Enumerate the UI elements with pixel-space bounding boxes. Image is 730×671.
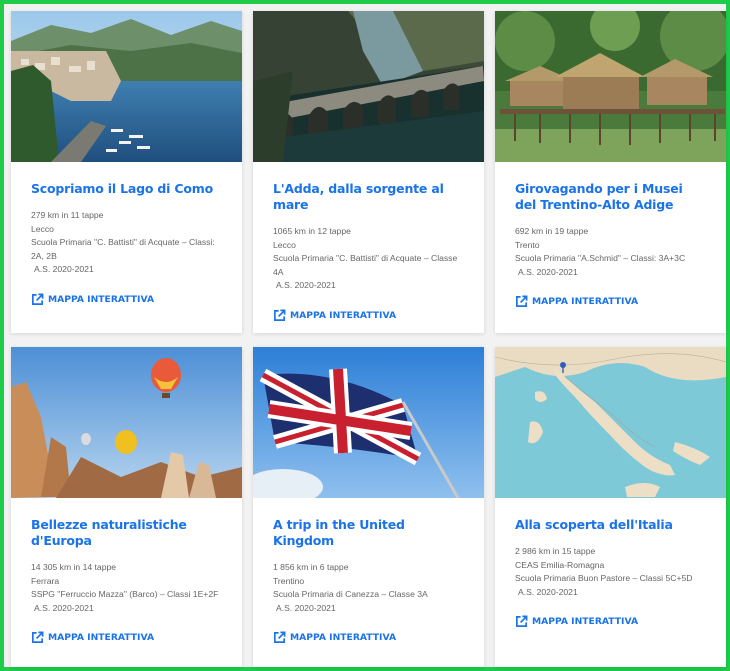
project-card[interactable]: A trip in the United Kingdom 1 856 km in… xyxy=(253,347,484,667)
card-school: Scuola Primaria "C. Battisti" di Acquate… xyxy=(273,253,458,277)
external-link-icon xyxy=(274,309,286,321)
card-place: Trento xyxy=(515,239,540,250)
card-place: Trentino xyxy=(273,575,305,586)
external-link-icon xyxy=(516,615,528,628)
card-title[interactable]: Scopriamo il Lago di Como xyxy=(31,181,222,197)
card-place: Ferrara xyxy=(31,575,60,586)
card-school-year: A.S. 2020-2021 xyxy=(276,280,336,291)
card-school-year: A.S. 2020-2021 xyxy=(34,264,94,275)
card-image-adda-river[interactable] xyxy=(253,11,484,162)
card-image-italy-map[interactable] xyxy=(495,347,726,498)
card-distance: 2 986 km in 15 tappe xyxy=(515,546,596,556)
card-school-year: A.S. 2020-2021 xyxy=(276,602,336,613)
interactive-map-label: MAPPA INTERATTIVA xyxy=(532,296,639,308)
card-school: Scuola Primaria Buon Pastore – Classi 5C… xyxy=(515,573,693,584)
interactive-map-link[interactable]: MAPPA INTERATTIVA xyxy=(515,295,706,308)
card-school: Scuola Primaria di Canezza – Classe 3A xyxy=(273,589,428,600)
interactive-map-label: MAPPA INTERATTIVA xyxy=(290,632,397,644)
interactive-map-link[interactable]: MAPPA INTERATTIVA xyxy=(31,293,222,306)
interactive-map-link[interactable]: MAPPA INTERATTIVA xyxy=(31,631,222,644)
project-card[interactable]: L'Adda, dalla sorgente al mare 1065 km i… xyxy=(253,11,484,333)
external-link-icon xyxy=(32,631,44,644)
card-school: Scuola Primaria "A.Schmid" – Classi: 3A+… xyxy=(515,253,686,264)
external-link-icon xyxy=(32,293,44,305)
external-link-icon xyxy=(274,631,286,644)
interactive-map-link[interactable]: MAPPA INTERATTIVA xyxy=(273,309,464,322)
card-place: CEAS Emilia-Romagna xyxy=(515,559,605,570)
card-image-union-jack[interactable] xyxy=(253,347,484,498)
card-title[interactable]: L'Adda, dalla sorgente al mare xyxy=(273,181,464,213)
card-image-cappadocia[interactable] xyxy=(11,347,242,498)
card-title[interactable]: Bellezze naturalistiche d'Europa xyxy=(31,517,222,549)
card-image-stilt-houses[interactable] xyxy=(495,11,726,162)
card-school: Scuola Primaria "C. Battisti" di Acquate… xyxy=(31,237,215,261)
project-card[interactable]: Scopriamo il Lago di Como 279 km in 11 t… xyxy=(11,11,242,333)
card-school-year: A.S. 2020-2021 xyxy=(518,586,578,597)
card-place: Lecco xyxy=(273,239,296,250)
card-distance: 1065 km in 12 tappe xyxy=(273,226,351,236)
project-card[interactable]: Alla scoperta dell'Italia 2 986 km in 15… xyxy=(495,347,726,667)
external-link-icon xyxy=(516,295,528,308)
card-place: Lecco xyxy=(31,223,54,234)
card-title[interactable]: Alla scoperta dell'Italia xyxy=(515,517,706,533)
interactive-map-label: MAPPA INTERATTIVA xyxy=(48,293,155,305)
card-distance: 692 km in 19 tappe xyxy=(515,226,589,236)
interactive-map-label: MAPPA INTERATTIVA xyxy=(532,616,639,628)
card-school: SSPG "Ferruccio Mazza" (Barco) – Classi … xyxy=(31,589,219,600)
card-image-lake-como[interactable] xyxy=(11,11,242,162)
card-title[interactable]: Girovagando per i Musei del Trentino-Alt… xyxy=(515,181,706,213)
project-card[interactable]: Bellezze naturalistiche d'Europa 14 305 … xyxy=(11,347,242,667)
card-school-year: A.S. 2020-2021 xyxy=(34,602,94,613)
interactive-map-label: MAPPA INTERATTIVA xyxy=(290,309,397,321)
interactive-map-label: MAPPA INTERATTIVA xyxy=(48,632,155,644)
card-title[interactable]: A trip in the United Kingdom xyxy=(273,517,464,549)
project-card[interactable]: Girovagando per i Musei del Trentino-Alt… xyxy=(495,11,726,333)
card-distance: 1 856 km in 6 tappe xyxy=(273,562,349,572)
interactive-map-link[interactable]: MAPPA INTERATTIVA xyxy=(515,615,706,628)
card-grid: Scopriamo il Lago di Como 279 km in 11 t… xyxy=(11,11,726,667)
card-distance: 14 305 km in 14 tappe xyxy=(31,562,117,572)
card-distance: 279 km in 11 tappe xyxy=(31,210,104,220)
card-school-year: A.S. 2020-2021 xyxy=(518,266,578,277)
interactive-map-link[interactable]: MAPPA INTERATTIVA xyxy=(273,631,464,644)
